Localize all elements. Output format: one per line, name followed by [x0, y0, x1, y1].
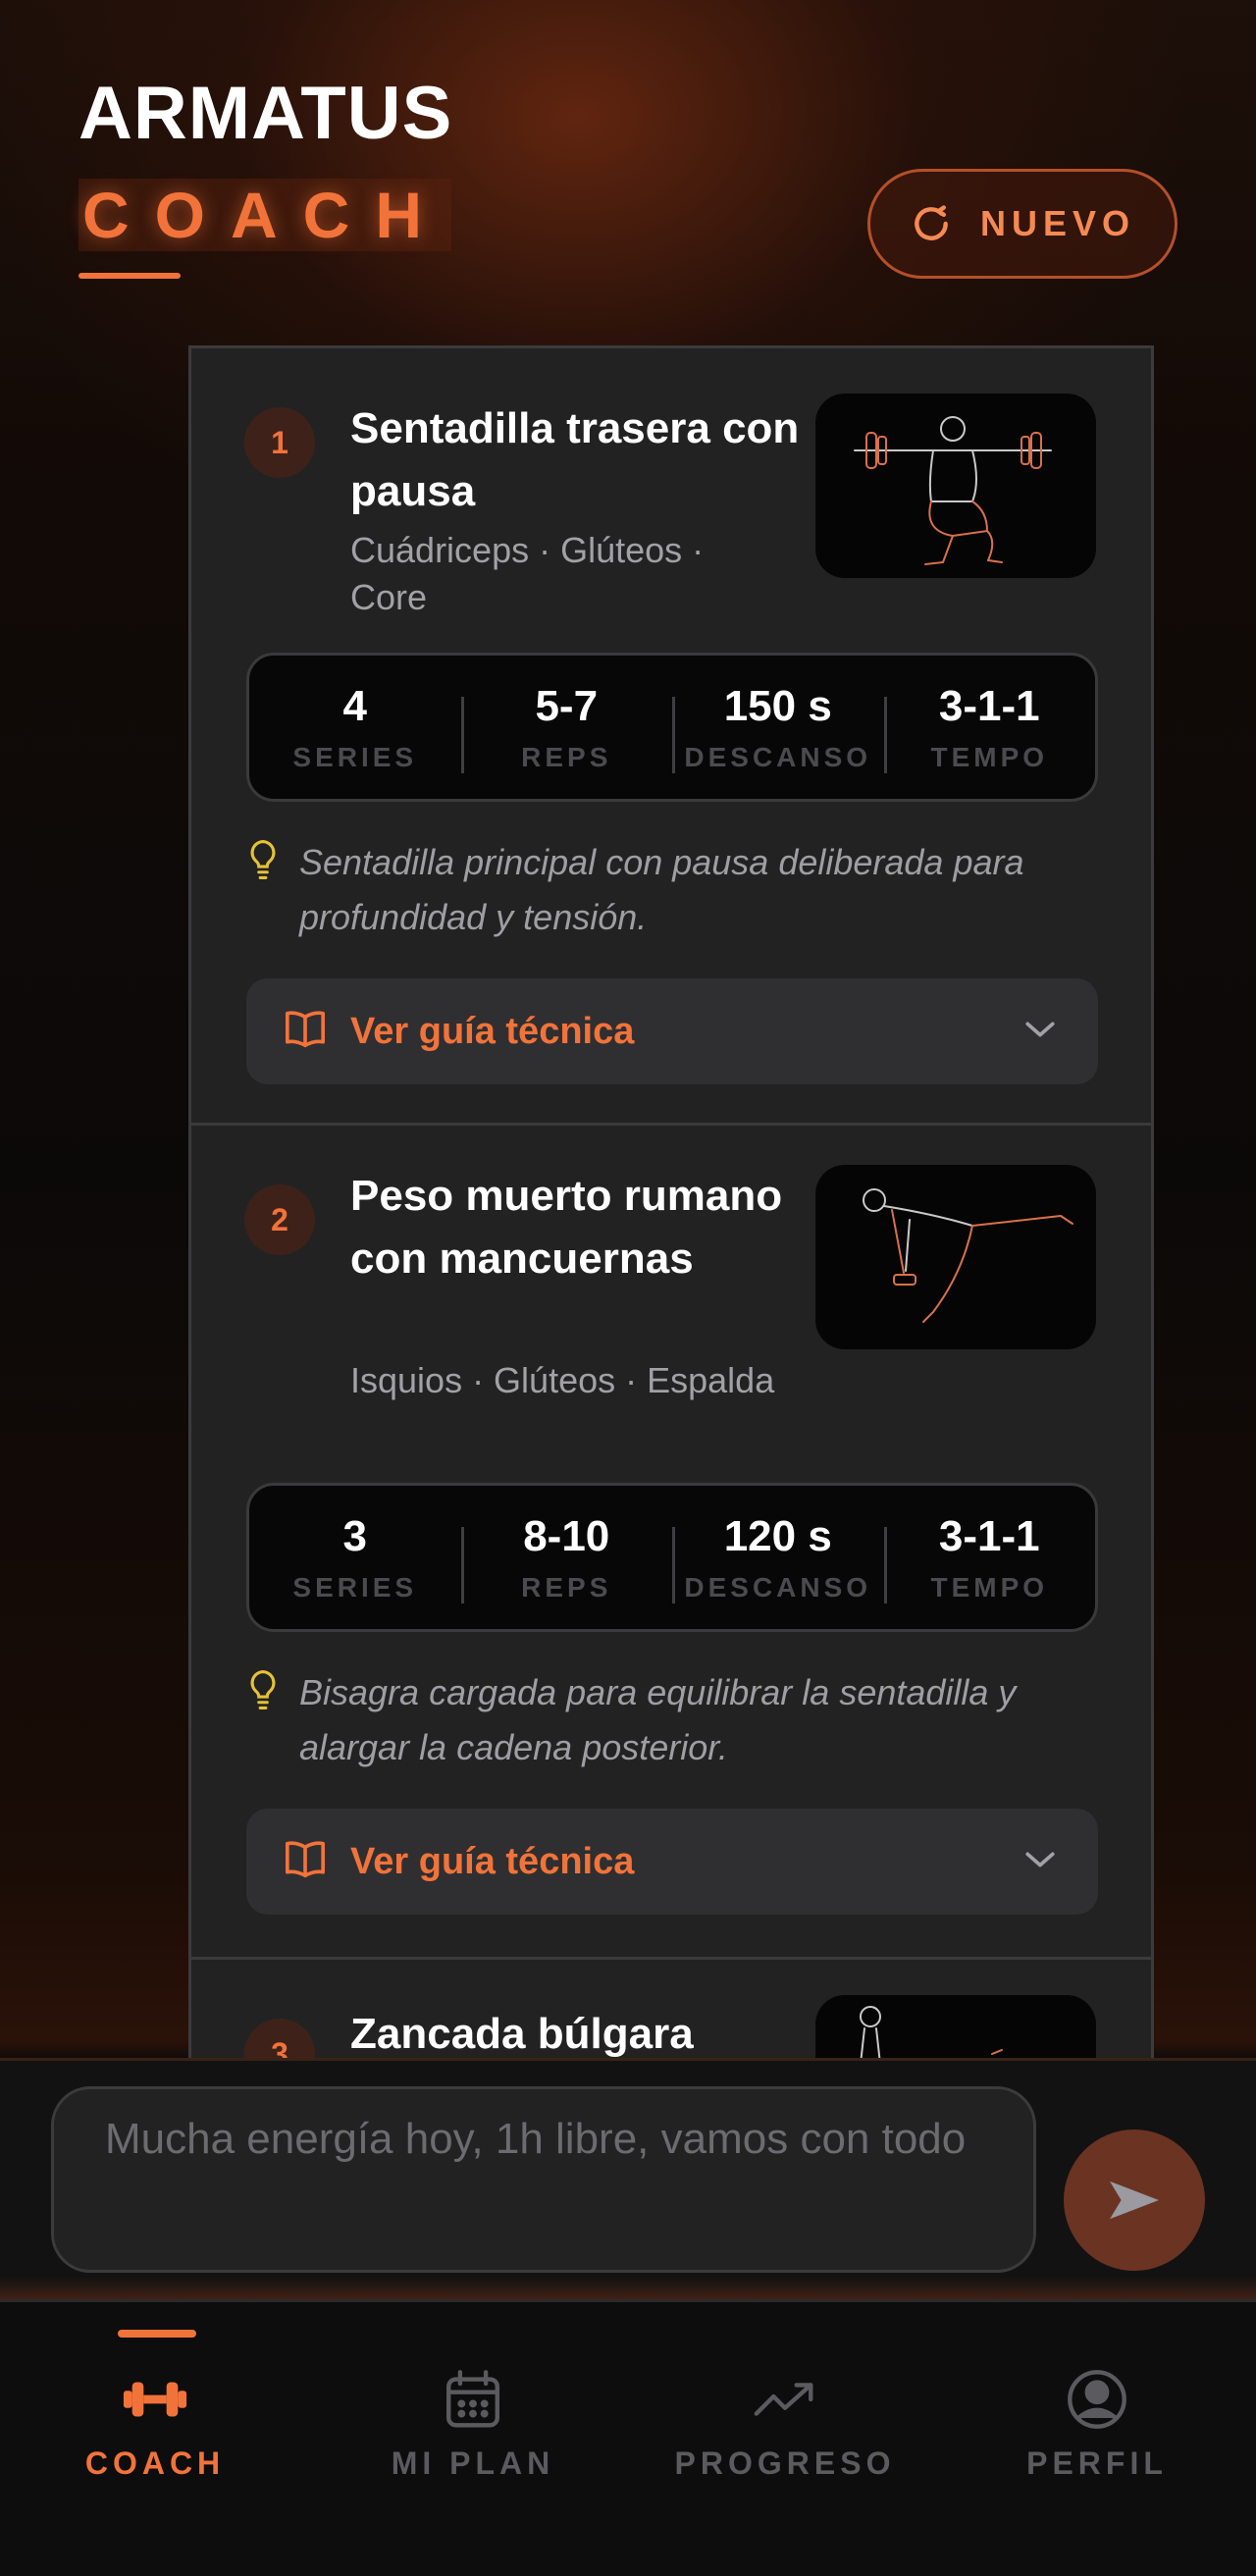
- bulgarian-split-squat-illustration: [815, 1995, 1096, 2058]
- stat-tempo: 3-1-1 TEMPO: [883, 679, 1096, 775]
- new-routine-button[interactable]: NUEVO: [867, 169, 1178, 279]
- exercise-name: Zancada búlgara: [350, 2010, 694, 2058]
- active-tab-indicator: [118, 2330, 196, 2338]
- lightbulb-icon: [250, 1670, 276, 1709]
- exercise-number: 3: [244, 2019, 315, 2058]
- app-subtitle: COACH: [78, 179, 451, 251]
- stat-series: 4 SERIES: [249, 679, 461, 775]
- coach-screen: ARMATUS COACH NUEVO 1 Sentadilla trasera…: [0, 0, 1256, 2576]
- tip-text: Bisagra cargada para equilibrar la senta…: [299, 1672, 1017, 1767]
- stat-label: TEMPO: [930, 1572, 1049, 1603]
- user-circle-icon: [1068, 2370, 1126, 2429]
- exercise-list[interactable]: 1 Sentadilla trasera con pausa Cuádricep…: [188, 345, 1154, 2058]
- exercise-card: 2 Peso muerto rumano con mancuernas Isqu…: [191, 1126, 1151, 1960]
- stat-series: 3 SERIES: [249, 1509, 461, 1605]
- tab-label: MI PLAN: [391, 2445, 555, 2481]
- technique-guide-toggle[interactable]: Ver guía técnica: [246, 978, 1098, 1084]
- tab-label: PERFIL: [1026, 2445, 1168, 2481]
- exercise-card: 3 Zancada búlgara: [191, 1960, 1151, 2058]
- technique-guide-toggle[interactable]: Ver guía técnica: [246, 1809, 1098, 1915]
- send-arrow-icon: [1110, 2181, 1159, 2220]
- stat-reps: 5-7 REPS: [460, 679, 673, 775]
- stat-value: 120 s: [723, 1512, 832, 1560]
- exercise-card: 1 Sentadilla trasera con pausa Cuádricep…: [191, 348, 1151, 1126]
- exercise-stats: 3 SERIES 8-10 REPS 120 s DESCANSO 3-1-1 …: [246, 1483, 1098, 1632]
- exercise-name: Peso muerto rumano con mancuernas: [350, 1172, 783, 1283]
- stat-value: 3-1-1: [938, 682, 1040, 730]
- stat-label: REPS: [521, 742, 612, 772]
- chevron-down-icon: [1025, 1022, 1055, 1037]
- tab-perfil[interactable]: PERFIL: [979, 2365, 1215, 2482]
- tab-label: COACH: [84, 2445, 226, 2481]
- stat-label: DESCANSO: [684, 742, 872, 772]
- stat-tempo: 3-1-1 TEMPO: [883, 1509, 1096, 1605]
- book-icon: [286, 1011, 325, 1048]
- stat-value: 8-10: [523, 1512, 610, 1560]
- trending-up-icon: [754, 2383, 813, 2416]
- book-icon: [286, 1841, 325, 1878]
- stat-value: 5-7: [535, 682, 599, 730]
- guide-label: Ver guía técnica: [350, 1011, 635, 1052]
- stat-reps: 8-10 REPS: [460, 1509, 673, 1605]
- lightbulb-icon: [250, 840, 276, 879]
- stat-value: 4: [342, 682, 367, 730]
- app-title: ARMATUS: [78, 72, 453, 155]
- stat-value: 3-1-1: [938, 1512, 1040, 1560]
- guide-label: Ver guía técnica: [350, 1841, 635, 1882]
- stat-label: SERIES: [292, 1572, 418, 1603]
- exercise-muscles: Isquios · Glúteos · Espalda: [350, 1360, 775, 1400]
- stat-value: 150 s: [723, 682, 832, 730]
- refresh-icon: [915, 205, 948, 240]
- romanian-deadlift-illustration: [815, 1165, 1096, 1349]
- exercise-stats: 4 SERIES 5-7 REPS 150 s DESCANSO 3-1-1 T…: [246, 653, 1098, 802]
- tab-coach[interactable]: COACH: [37, 2365, 273, 2482]
- dumbbell-icon: [123, 2382, 187, 2417]
- tab-progreso[interactable]: PROGRESO: [667, 2365, 903, 2482]
- send-button[interactable]: [1064, 2129, 1205, 2271]
- stat-value: 3: [342, 1512, 367, 1560]
- exercise-name: Sentadilla trasera con pausa: [350, 404, 800, 515]
- tab-mi-plan[interactable]: MI PLAN: [355, 2365, 591, 2482]
- message-input[interactable]: [51, 2086, 1036, 2273]
- stat-rest: 150 s DESCANSO: [672, 679, 884, 775]
- stat-label: REPS: [521, 1572, 612, 1603]
- stat-label: SERIES: [292, 742, 418, 772]
- chevron-down-icon: [1025, 1852, 1055, 1867]
- title-underline: [78, 273, 181, 279]
- exercise-muscles: Cuádriceps · Glúteos · Core: [350, 530, 705, 617]
- barbell-squat-illustration: [815, 394, 1096, 578]
- exercise-number: 2: [244, 1184, 315, 1255]
- stat-rest: 120 s DESCANSO: [672, 1509, 884, 1605]
- new-button-label: NUEVO: [979, 203, 1136, 243]
- tab-label: PROGRESO: [674, 2445, 896, 2481]
- calendar-icon: [446, 2370, 499, 2428]
- tip-text: Sentadilla principal con pausa deliberad…: [299, 842, 1024, 937]
- stat-label: TEMPO: [930, 742, 1049, 772]
- stat-label: DESCANSO: [684, 1572, 872, 1603]
- exercise-number: 1: [244, 407, 315, 478]
